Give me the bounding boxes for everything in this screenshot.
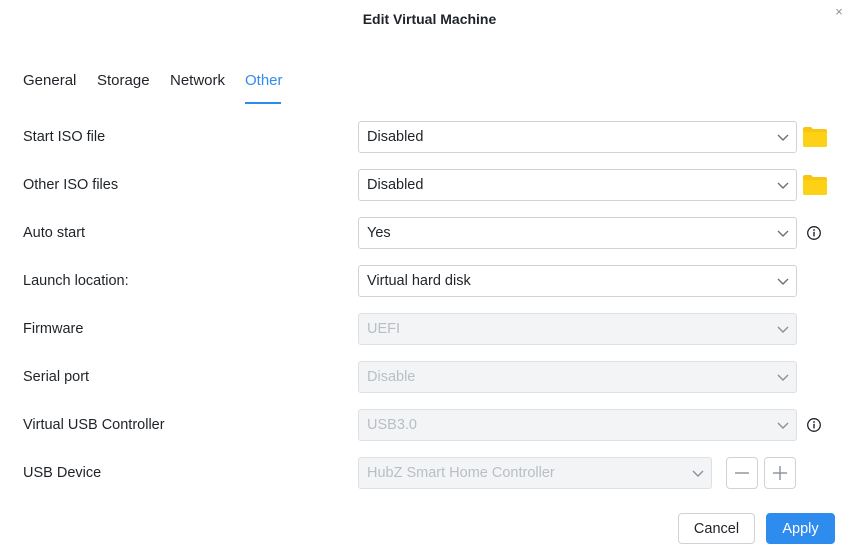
- start-iso-select[interactable]: Disabled: [358, 121, 797, 153]
- plus-icon: [773, 466, 787, 480]
- info-icon[interactable]: [806, 417, 822, 433]
- close-icon[interactable]: ×: [833, 5, 845, 19]
- chevron-down-icon: [777, 419, 789, 431]
- auto-start-select[interactable]: Yes: [358, 217, 797, 249]
- other-iso-label: Other ISO files: [23, 177, 119, 193]
- tab-network[interactable]: Network: [170, 72, 225, 89]
- launch-location-value: Virtual hard disk: [367, 273, 471, 289]
- folder-icon[interactable]: [802, 125, 828, 149]
- launch-location-label: Launch location:: [23, 273, 129, 289]
- tab-other-label: Other: [245, 72, 283, 89]
- active-tab-indicator: [245, 102, 281, 104]
- usb-device-select: HubZ Smart Home Controller: [358, 457, 712, 489]
- usb-controller-select: USB3.0: [358, 409, 797, 441]
- apply-button[interactable]: Apply: [766, 513, 835, 544]
- chevron-down-icon: [777, 227, 789, 239]
- serial-port-row: Serial port Disable: [0, 361, 859, 393]
- folder-icon[interactable]: [802, 173, 828, 197]
- serial-port-select: Disable: [358, 361, 797, 393]
- serial-port-label: Serial port: [23, 369, 90, 385]
- dialog-title: Edit Virtual Machine: [362, 11, 497, 27]
- chevron-down-icon: [777, 323, 789, 335]
- firmware-select: UEFI: [358, 313, 797, 345]
- start-iso-row: Start ISO file Disabled: [0, 121, 859, 153]
- auto-start-row: Auto start Yes: [0, 217, 859, 249]
- firmware-row: Firmware UEFI: [0, 313, 859, 345]
- serial-port-value: Disable: [367, 369, 416, 385]
- minus-icon: [735, 472, 749, 474]
- usb-device-value: HubZ Smart Home Controller: [367, 465, 555, 481]
- usb-controller-row: Virtual USB Controller USB3.0: [0, 409, 859, 441]
- chevron-down-icon: [777, 179, 789, 191]
- chevron-down-icon: [777, 131, 789, 143]
- firmware-value: UEFI: [367, 321, 401, 337]
- other-iso-row: Other ISO files Disabled: [0, 169, 859, 201]
- other-iso-select[interactable]: Disabled: [358, 169, 797, 201]
- usb-device-label: USB Device: [23, 465, 102, 481]
- usb-controller-value: USB3.0: [367, 417, 417, 433]
- auto-start-value: Yes: [367, 225, 391, 241]
- start-iso-value: Disabled: [367, 129, 424, 145]
- other-iso-value: Disabled: [367, 177, 424, 193]
- chevron-down-icon: [692, 467, 704, 479]
- start-iso-label: Start ISO file: [23, 129, 106, 145]
- launch-location-row: Launch location: Virtual hard disk: [0, 265, 859, 297]
- add-usb-button[interactable]: [764, 457, 796, 489]
- edit-vm-dialog: Edit Virtual Machine × General Storage N…: [0, 0, 859, 559]
- chevron-down-icon: [777, 371, 789, 383]
- usb-controller-label: Virtual USB Controller: [23, 417, 165, 433]
- tab-storage[interactable]: Storage: [97, 72, 150, 89]
- remove-usb-button[interactable]: [726, 457, 758, 489]
- tab-other[interactable]: Other: [245, 72, 283, 104]
- cancel-button[interactable]: Cancel: [678, 513, 755, 544]
- auto-start-label: Auto start: [23, 225, 86, 241]
- launch-location-select[interactable]: Virtual hard disk: [358, 265, 797, 297]
- tab-general[interactable]: General: [23, 72, 76, 89]
- chevron-down-icon: [777, 275, 789, 287]
- usb-device-row: USB Device HubZ Smart Home Controller: [0, 457, 859, 489]
- info-icon[interactable]: [806, 225, 822, 241]
- firmware-label: Firmware: [23, 321, 84, 337]
